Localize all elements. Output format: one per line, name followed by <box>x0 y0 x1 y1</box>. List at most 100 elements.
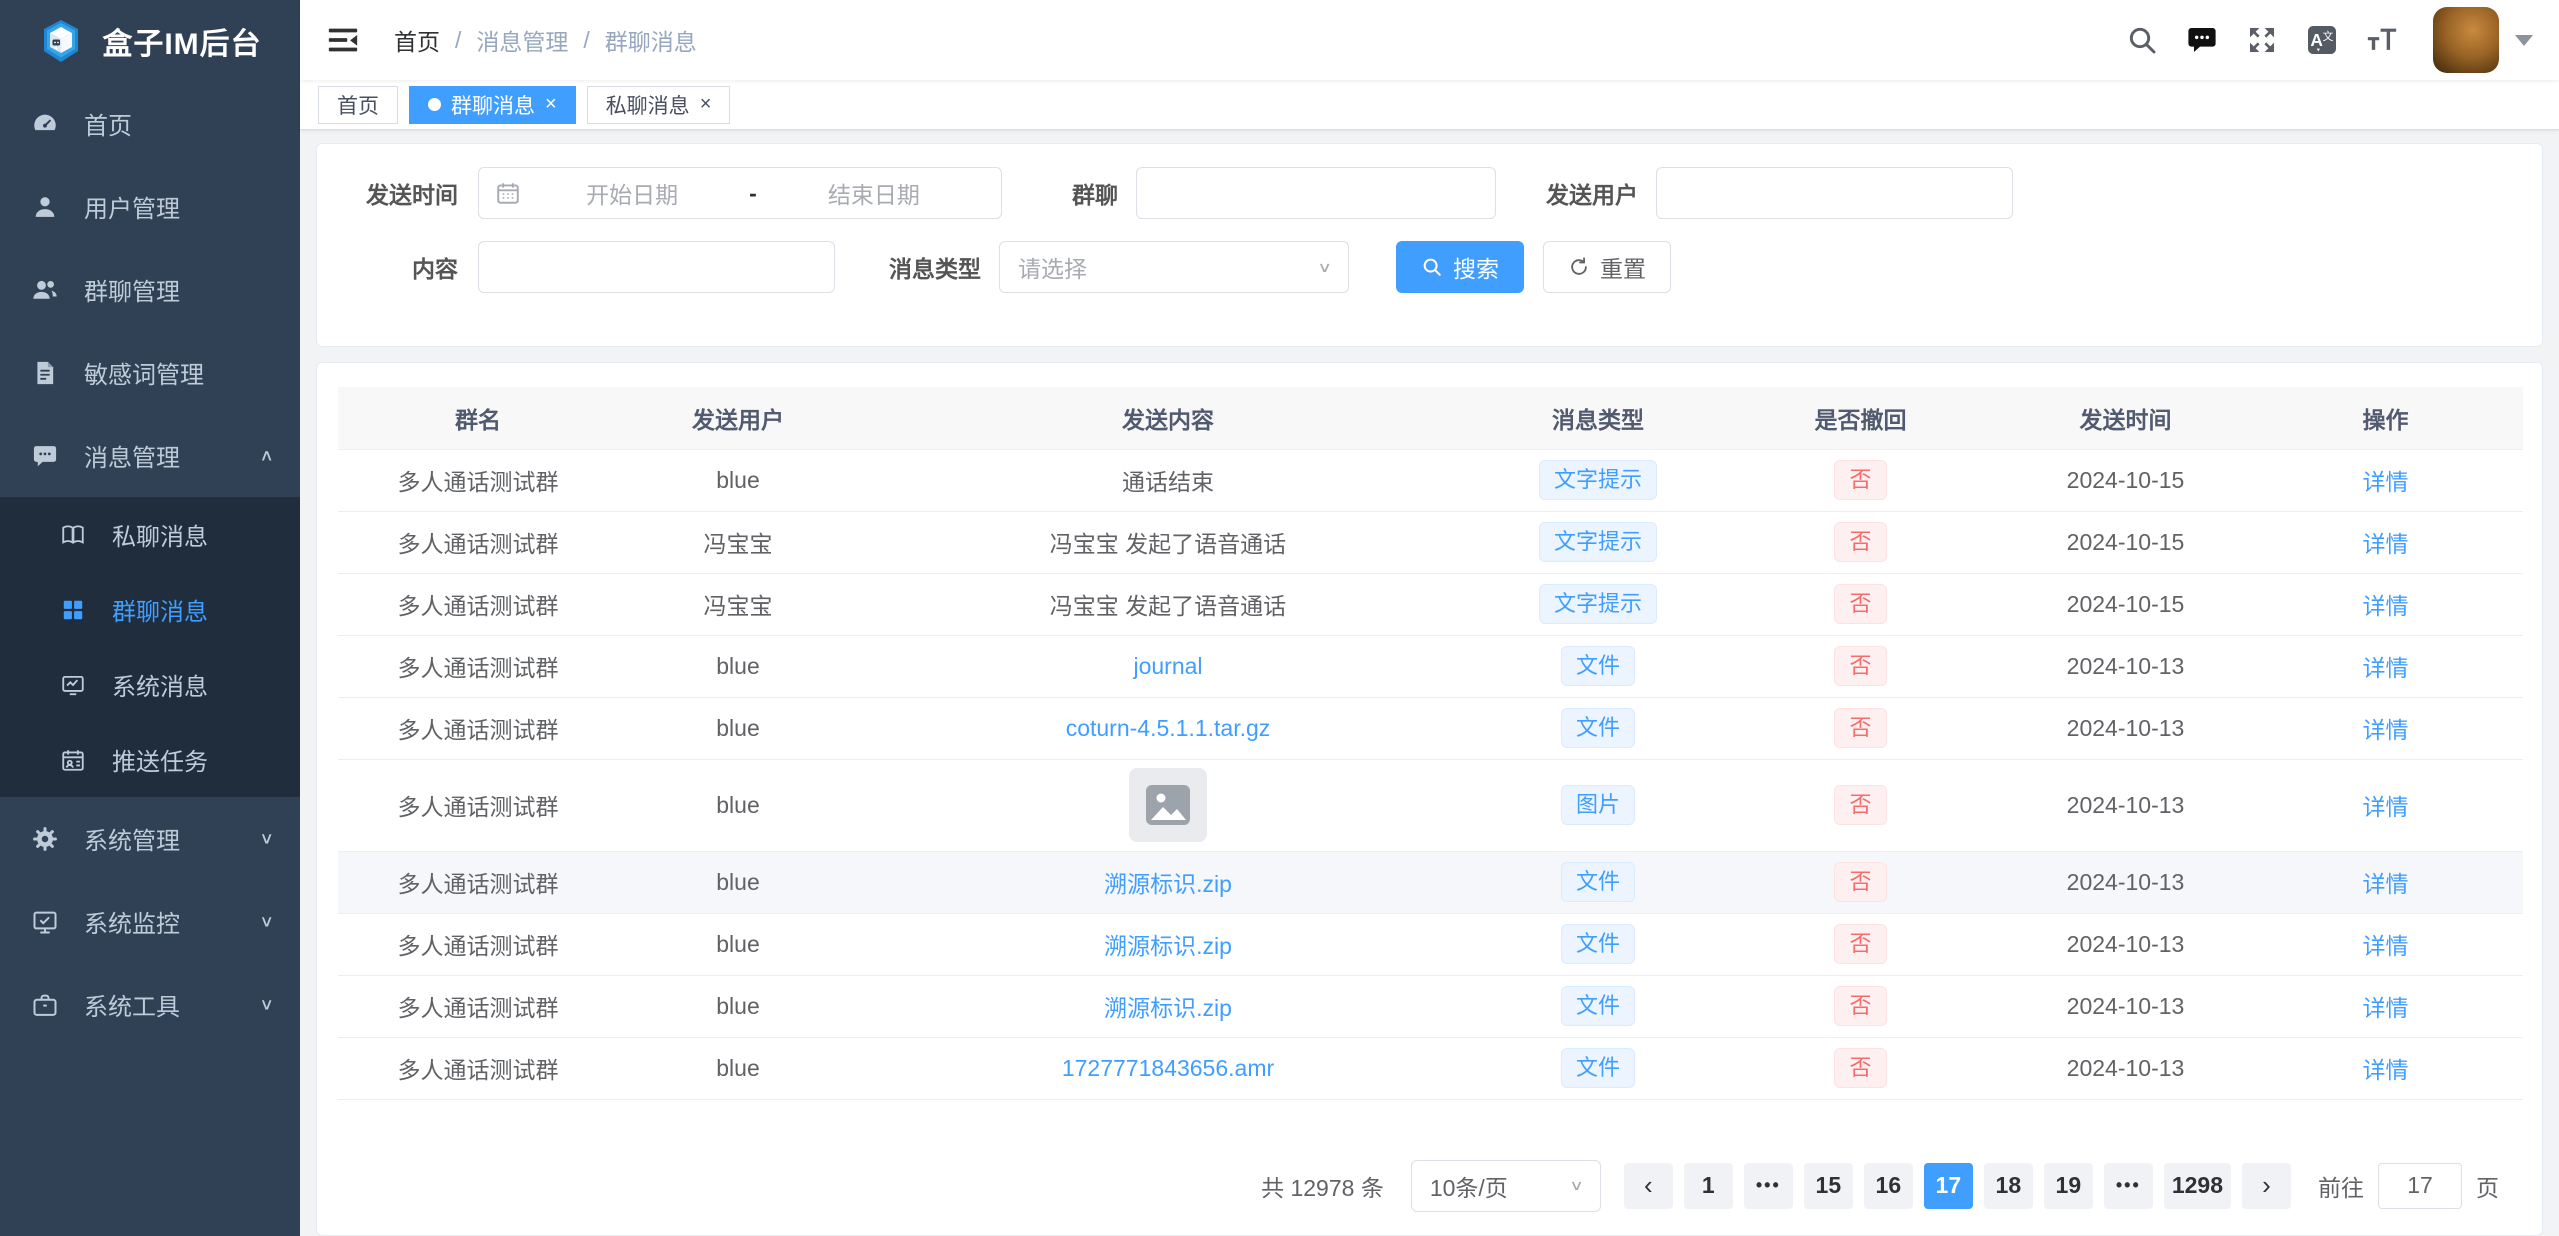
file-link[interactable]: 溯源标识.zip <box>1104 995 1232 1021</box>
sidebar-item-message-management[interactable]: 消息管理 ∧ <box>0 414 300 497</box>
sidebar-item-system-monitoring[interactable]: 系统监控 ∨ <box>0 880 300 963</box>
tab-home[interactable]: 首页 <box>318 86 398 124</box>
message-type-badge: 文件 <box>1561 708 1635 748</box>
file-link[interactable]: 溯源标识.zip <box>1104 933 1232 959</box>
page-button-18[interactable]: 18 <box>1984 1163 2033 1209</box>
select-arrow-icon: ∨ <box>1569 1177 1584 1195</box>
ellipsis-next-button[interactable]: ••• <box>2104 1163 2153 1209</box>
book-icon <box>58 520 88 550</box>
sidebar-item-label: 群聊消息 <box>112 592 274 627</box>
main-area: 首页 / 消息管理 / 群聊消息 A文 <box>300 0 2559 1236</box>
page-size-select[interactable]: 10条/页 ∨ <box>1411 1160 1601 1212</box>
monitor-icon <box>30 907 60 937</box>
sidebar-item-group-messages[interactable]: 群聊消息 <box>0 572 300 647</box>
tab-label: 首页 <box>337 90 379 120</box>
fullscreen-icon[interactable] <box>2245 23 2279 57</box>
reset-button[interactable]: 重置 <box>1543 241 1671 293</box>
page-button-1[interactable]: 1 <box>1684 1163 1733 1209</box>
top-navbar: 首页 / 消息管理 / 群聊消息 A文 <box>300 0 2559 80</box>
cell-sender: blue <box>618 913 858 975</box>
image-thumbnail[interactable] <box>1129 768 1207 842</box>
file-link[interactable]: 1727771843656.amr <box>1062 1055 1274 1081</box>
tab-private-messages[interactable]: 私聊消息 × <box>587 86 731 124</box>
group-input[interactable] <box>1136 167 1496 219</box>
cell-group: 多人通话测试群 <box>338 573 618 635</box>
sidebar-item-group-management[interactable]: 群聊管理 <box>0 248 300 331</box>
message-icon <box>30 441 60 471</box>
sender-label: 发送用户 <box>1546 176 1638 210</box>
sidebar-item-system-messages[interactable]: 系统消息 <box>0 647 300 722</box>
goto-label: 前往 <box>2318 1169 2364 1203</box>
user-menu[interactable] <box>2433 7 2533 73</box>
document-icon <box>30 358 60 388</box>
detail-link[interactable]: 详情 <box>2363 871 2409 897</box>
search-button-icon <box>1421 256 1443 278</box>
calendar-icon <box>495 180 521 206</box>
content-label: 内容 <box>346 250 458 284</box>
detail-link[interactable]: 详情 <box>2363 469 2409 495</box>
end-date-placeholder[interactable]: 结束日期 <box>763 176 985 210</box>
close-icon[interactable]: × <box>545 93 557 116</box>
schedule-icon <box>58 745 88 775</box>
sidebar-item-label: 群聊管理 <box>84 272 274 307</box>
detail-link[interactable]: 详情 <box>2363 531 2409 557</box>
detail-link[interactable]: 详情 <box>2363 593 2409 619</box>
message-bubble-icon[interactable] <box>2185 23 2219 57</box>
caret-down-icon <box>2515 35 2533 46</box>
cell-content-text: 通话结束 <box>1122 469 1214 495</box>
prev-page-button[interactable]: ‹ <box>1624 1163 1673 1209</box>
detail-link[interactable]: 详情 <box>2363 655 2409 681</box>
page-button-19[interactable]: 19 <box>2044 1163 2093 1209</box>
page-button-17-active[interactable]: 17 <box>1924 1163 1973 1209</box>
search-icon[interactable] <box>2125 23 2159 57</box>
page-button-16[interactable]: 16 <box>1864 1163 1913 1209</box>
page-button-1298[interactable]: 1298 <box>2164 1163 2231 1209</box>
detail-link[interactable]: 详情 <box>2363 794 2409 820</box>
page-unit-label: 页 <box>2476 1169 2499 1203</box>
search-button[interactable]: 搜索 <box>1396 241 1524 293</box>
cell-sender: blue <box>618 449 858 511</box>
sender-input[interactable] <box>1656 167 2013 219</box>
sidebar-item-system-tools[interactable]: 系统工具 ∨ <box>0 963 300 1046</box>
next-page-button[interactable]: › <box>2242 1163 2291 1209</box>
total-count: 共 12978 条 <box>1261 1169 1384 1203</box>
send-time-label: 发送时间 <box>346 176 458 210</box>
user-avatar[interactable] <box>2433 7 2499 73</box>
detail-link[interactable]: 详情 <box>2363 995 2409 1021</box>
message-type-badge: 文字提示 <box>1539 584 1657 624</box>
page-size-value: 10条/页 <box>1430 1169 1508 1203</box>
detail-link[interactable]: 详情 <box>2363 1057 2409 1083</box>
sidebar-item-private-messages[interactable]: 私聊消息 <box>0 497 300 572</box>
close-icon[interactable]: × <box>700 93 712 116</box>
breadcrumb-separator: / <box>455 27 461 54</box>
detail-link[interactable]: 详情 <box>2363 933 2409 959</box>
sidebar: 盒子IM后台 首页 用户管理 群聊管理 <box>0 0 300 1236</box>
font-size-icon[interactable] <box>2365 23 2399 57</box>
table-row: 多人通话测试群 冯宝宝 冯宝宝 发起了语音通话 文字提示 否 2024-10-1… <box>338 573 2523 635</box>
sidebar-item-push-tasks[interactable]: 推送任务 <box>0 722 300 797</box>
cell-sender: blue <box>618 697 858 759</box>
start-date-placeholder[interactable]: 开始日期 <box>521 176 743 210</box>
sidebar-item-user-management[interactable]: 用户管理 <box>0 165 300 248</box>
content-input[interactable] <box>478 241 835 293</box>
date-range-picker[interactable]: 开始日期 - 结束日期 <box>478 167 1002 219</box>
breadcrumb-home[interactable]: 首页 <box>394 23 440 57</box>
detail-link[interactable]: 详情 <box>2363 717 2409 743</box>
sidebar-item-sensitive-words[interactable]: 敏感词管理 <box>0 331 300 414</box>
tab-group-messages[interactable]: 群聊消息 × <box>409 86 576 124</box>
sidebar-item-home[interactable]: 首页 <box>0 82 300 165</box>
sidebar-item-label: 系统管理 <box>84 821 259 856</box>
message-type-select[interactable]: 请选择 ∨ <box>999 241 1349 293</box>
page-button-15[interactable]: 15 <box>1804 1163 1853 1209</box>
collapse-sidebar-icon[interactable] <box>326 23 360 57</box>
file-link[interactable]: journal <box>1133 653 1202 679</box>
sidebar-item-system-management[interactable]: 系统管理 ∨ <box>0 797 300 880</box>
translate-icon[interactable]: A文 <box>2305 23 2339 57</box>
message-type-badge: 文件 <box>1561 1048 1635 1088</box>
ellipsis-prev-button[interactable]: ••• <box>1744 1163 1793 1209</box>
file-link[interactable]: coturn-4.5.1.1.tar.gz <box>1066 715 1271 741</box>
table-row: 多人通话测试群 blue 溯源标识.zip 文件 否 2024-10-13 详情 <box>338 975 2523 1037</box>
toolbox-icon <box>30 990 60 1020</box>
goto-page-input[interactable] <box>2378 1163 2462 1209</box>
file-link[interactable]: 溯源标识.zip <box>1104 871 1232 897</box>
